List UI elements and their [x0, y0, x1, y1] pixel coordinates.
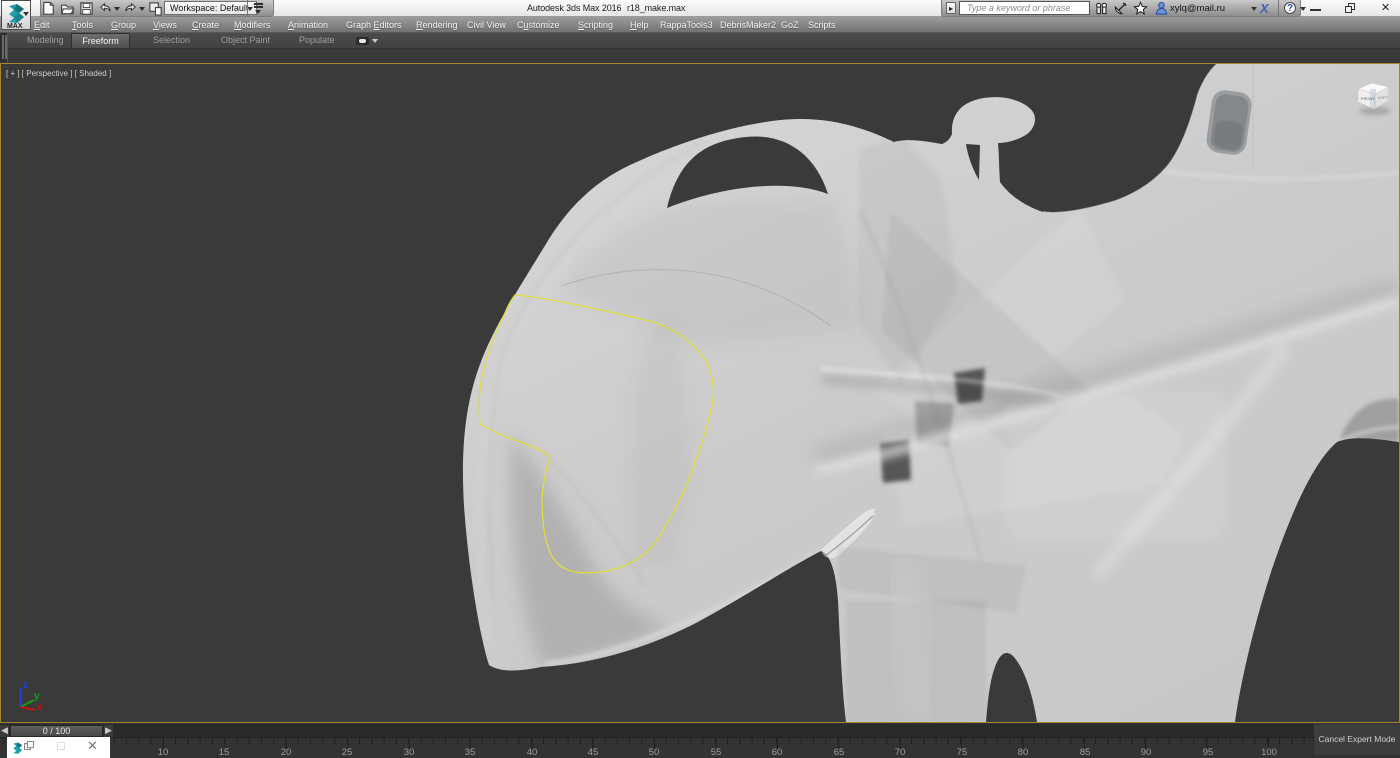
svg-text:FRONT: FRONT: [1361, 96, 1375, 101]
svg-text:x: x: [37, 702, 43, 713]
svg-text:y: y: [34, 691, 40, 702]
svg-text:LEFT: LEFT: [1378, 95, 1388, 100]
svg-text:z: z: [23, 680, 28, 691]
